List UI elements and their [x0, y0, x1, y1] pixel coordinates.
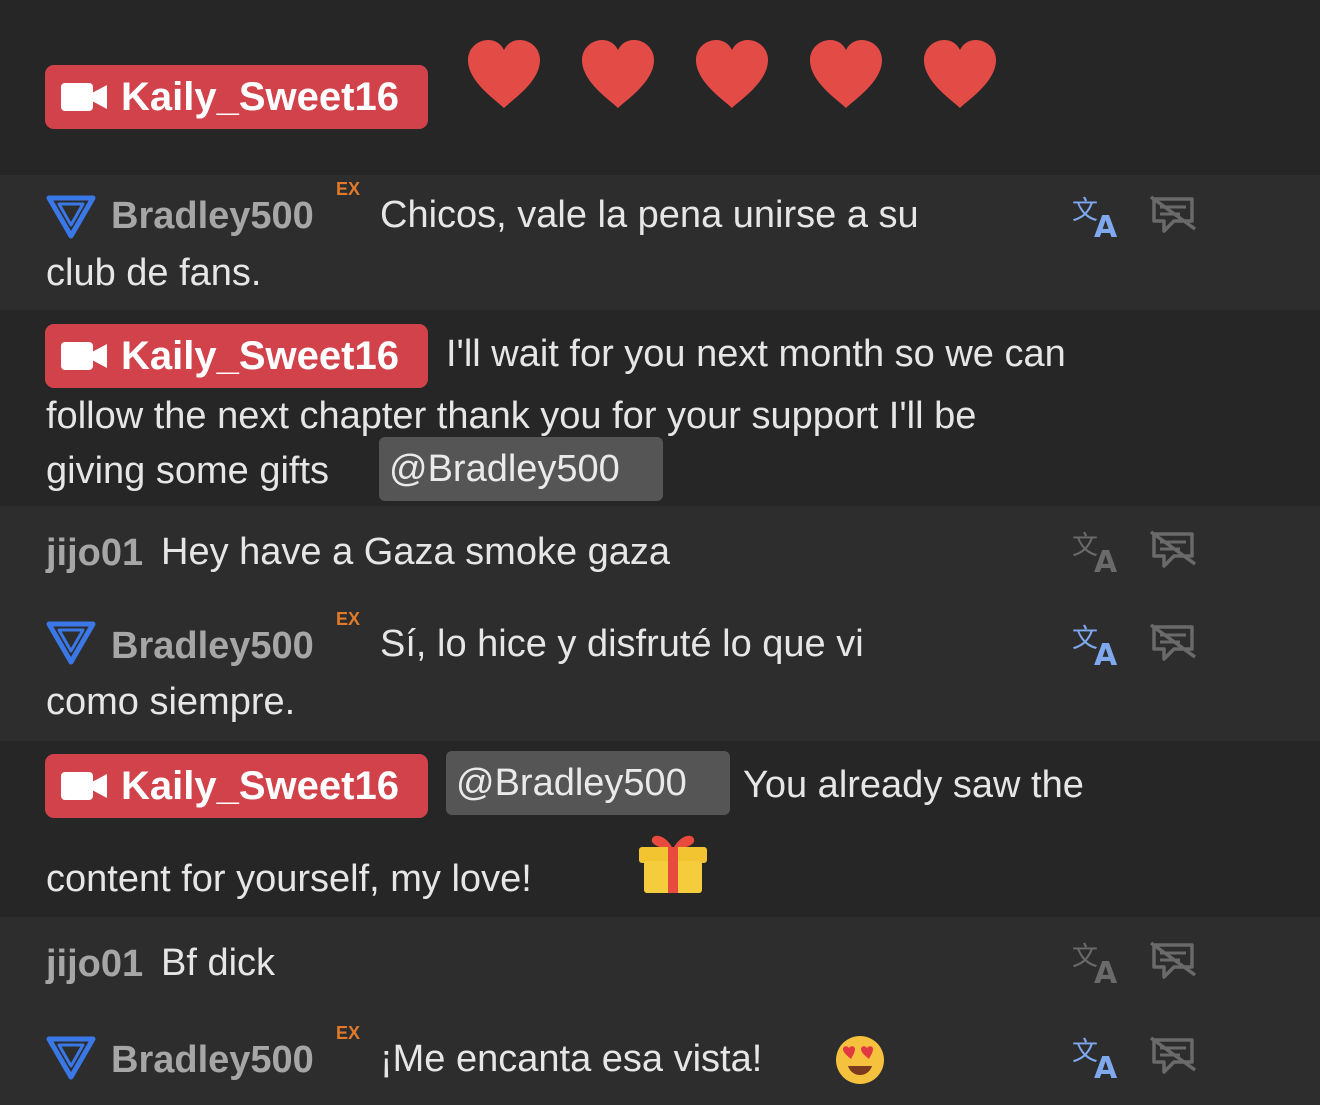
hide-message-icon[interactable]	[1148, 193, 1198, 237]
ex-badge: EX	[336, 1023, 361, 1043]
message-text: Bf dick	[161, 942, 276, 984]
broadcaster-badge[interactable]: Kaily_Sweet16	[45, 754, 428, 818]
triangle-fan-icon	[46, 621, 96, 665]
triangle-fan-icon	[46, 195, 96, 239]
message-text: content for yourself, my love!	[46, 858, 532, 900]
video-camera-icon	[61, 342, 107, 370]
message-text: Sí, lo hice y disfruté lo que vi	[380, 623, 864, 665]
hide-message-icon[interactable]	[1148, 528, 1198, 572]
gift-icon	[639, 835, 707, 893]
ex-badge: EX	[336, 179, 361, 199]
hide-message-icon[interactable]	[1148, 621, 1198, 665]
video-camera-icon	[61, 772, 107, 800]
hide-message-icon[interactable]	[1148, 1034, 1198, 1078]
chat-message: Bradley500 EX Chicos, vale la pena unirs…	[0, 175, 1320, 310]
hide-message-icon[interactable]	[1148, 939, 1198, 983]
heart-icon	[580, 40, 656, 110]
translate-icon[interactable]	[1072, 939, 1122, 985]
heart-icon	[922, 40, 998, 110]
chat-message: Bradley500 EX ¡Me encanta esa vista!	[0, 1012, 1320, 1105]
message-text: giving some gifts	[46, 450, 330, 492]
heart-icon	[694, 40, 770, 110]
heart-icon	[808, 40, 884, 110]
broadcaster-badge[interactable]: Kaily_Sweet16	[45, 324, 428, 388]
message-text: club de fans.	[46, 252, 262, 294]
chat-message: jijo01 Hey have a Gaza smoke gaza	[0, 506, 1320, 599]
ex-badge: EX	[336, 609, 361, 629]
chat-feed: Kaily_Sweet16 Bradley500 EX Chicos, vale…	[0, 0, 1320, 1105]
chat-message: Kaily_Sweet16	[0, 0, 1320, 175]
message-text: Hey have a Gaza smoke gaza	[161, 531, 671, 573]
message-text: ¡Me encanta esa vista!	[380, 1038, 763, 1080]
message-text: Chicos, vale la pena unirse a su	[380, 194, 919, 236]
username[interactable]: Bradley500	[111, 1037, 314, 1083]
username[interactable]: jijo01	[46, 530, 143, 576]
message-text: como siempre.	[46, 681, 296, 723]
chat-message: Kaily_Sweet16 I'll wait for you next mon…	[0, 310, 1320, 506]
message-text: I'll wait for you next month so we can	[446, 333, 1066, 375]
chat-message: Kaily_Sweet16 @Bradley500 You already sa…	[0, 741, 1320, 917]
video-camera-icon	[61, 83, 107, 111]
username: Kaily_Sweet16	[121, 333, 399, 378]
chat-message: jijo01 Bf dick	[0, 917, 1320, 1012]
translate-icon[interactable]	[1072, 1034, 1122, 1080]
message-text: You already saw the	[743, 764, 1084, 806]
heart-icon	[466, 40, 542, 110]
username[interactable]: Bradley500	[111, 193, 314, 239]
username: Kaily_Sweet16	[121, 74, 399, 119]
message-text: follow the next chapter thank you for yo…	[46, 395, 977, 437]
heart-eyes-emoji-icon	[836, 1036, 884, 1084]
mention-tag[interactable]: @Bradley500	[446, 751, 730, 815]
translate-icon[interactable]	[1072, 193, 1122, 239]
username: Kaily_Sweet16	[121, 763, 399, 808]
translate-icon[interactable]	[1072, 528, 1122, 574]
mention-tag[interactable]: @Bradley500	[379, 437, 663, 501]
username[interactable]: Bradley500	[111, 623, 314, 669]
broadcaster-badge[interactable]: Kaily_Sweet16	[45, 65, 428, 129]
translate-icon[interactable]	[1072, 621, 1122, 667]
chat-message: Bradley500 EX Sí, lo hice y disfruté lo …	[0, 599, 1320, 741]
triangle-fan-icon	[46, 1036, 96, 1080]
username[interactable]: jijo01	[46, 941, 143, 987]
